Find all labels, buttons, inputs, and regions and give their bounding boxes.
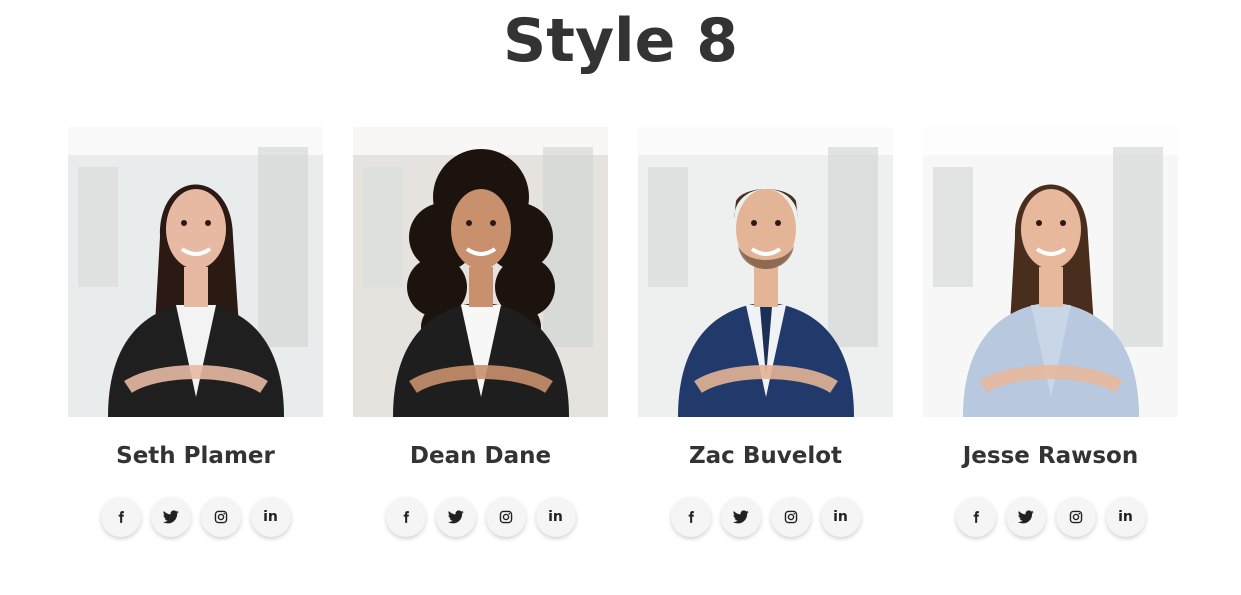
facebook-icon <box>399 510 413 524</box>
instagram-button[interactable] <box>200 497 241 537</box>
team-member-card: Seth Plamer in <box>68 127 323 537</box>
twitter-button[interactable] <box>150 497 191 537</box>
member-photo <box>638 127 893 417</box>
portrait-photo <box>68 127 323 417</box>
linkedin-icon: in <box>1118 509 1133 525</box>
facebook-button[interactable] <box>100 497 141 537</box>
instagram-icon <box>499 510 513 524</box>
twitter-button[interactable] <box>1005 497 1046 537</box>
instagram-button[interactable] <box>770 497 811 537</box>
social-links: in <box>638 497 893 537</box>
linkedin-icon: in <box>263 509 278 525</box>
member-photo <box>923 127 1178 417</box>
portrait-photo <box>353 127 608 417</box>
social-links: in <box>923 497 1178 537</box>
twitter-icon <box>732 510 749 524</box>
linkedin-button[interactable]: in <box>1105 497 1146 537</box>
instagram-icon <box>1069 510 1083 524</box>
instagram-button[interactable] <box>485 497 526 537</box>
linkedin-button[interactable]: in <box>250 497 291 537</box>
social-links: in <box>353 497 608 537</box>
instagram-icon <box>214 510 228 524</box>
member-photo <box>68 127 323 417</box>
portrait-photo <box>638 127 893 417</box>
instagram-icon <box>784 510 798 524</box>
team-member-card: Dean Dane in <box>353 127 608 537</box>
twitter-button[interactable] <box>720 497 761 537</box>
social-links: in <box>68 497 323 537</box>
instagram-button[interactable] <box>1055 497 1096 537</box>
facebook-button[interactable] <box>670 497 711 537</box>
linkedin-button[interactable]: in <box>535 497 576 537</box>
facebook-icon <box>969 510 983 524</box>
linkedin-icon: in <box>548 509 563 525</box>
facebook-icon <box>114 510 128 524</box>
member-name: Seth Plamer <box>116 443 275 469</box>
linkedin-button[interactable]: in <box>820 497 861 537</box>
member-name: Dean Dane <box>409 443 552 469</box>
team-section: Style 8 Seth Plamer in Dean Dane in Zac … <box>0 0 1241 595</box>
team-member-card: Jesse Rawson in <box>923 127 1178 537</box>
team-member-card: Zac Buvelot in <box>638 127 893 537</box>
linkedin-icon: in <box>833 509 848 525</box>
portrait-photo <box>923 127 1178 417</box>
facebook-button[interactable] <box>385 497 426 537</box>
twitter-button[interactable] <box>435 497 476 537</box>
member-photo <box>353 127 608 417</box>
member-name: Zac Buvelot <box>688 443 842 469</box>
facebook-icon <box>684 510 698 524</box>
twitter-icon <box>162 510 179 524</box>
member-name: Jesse Rawson <box>962 443 1139 469</box>
section-title: Style 8 <box>503 6 738 76</box>
twitter-icon <box>1017 510 1034 524</box>
facebook-button[interactable] <box>955 497 996 537</box>
twitter-icon <box>447 510 464 524</box>
